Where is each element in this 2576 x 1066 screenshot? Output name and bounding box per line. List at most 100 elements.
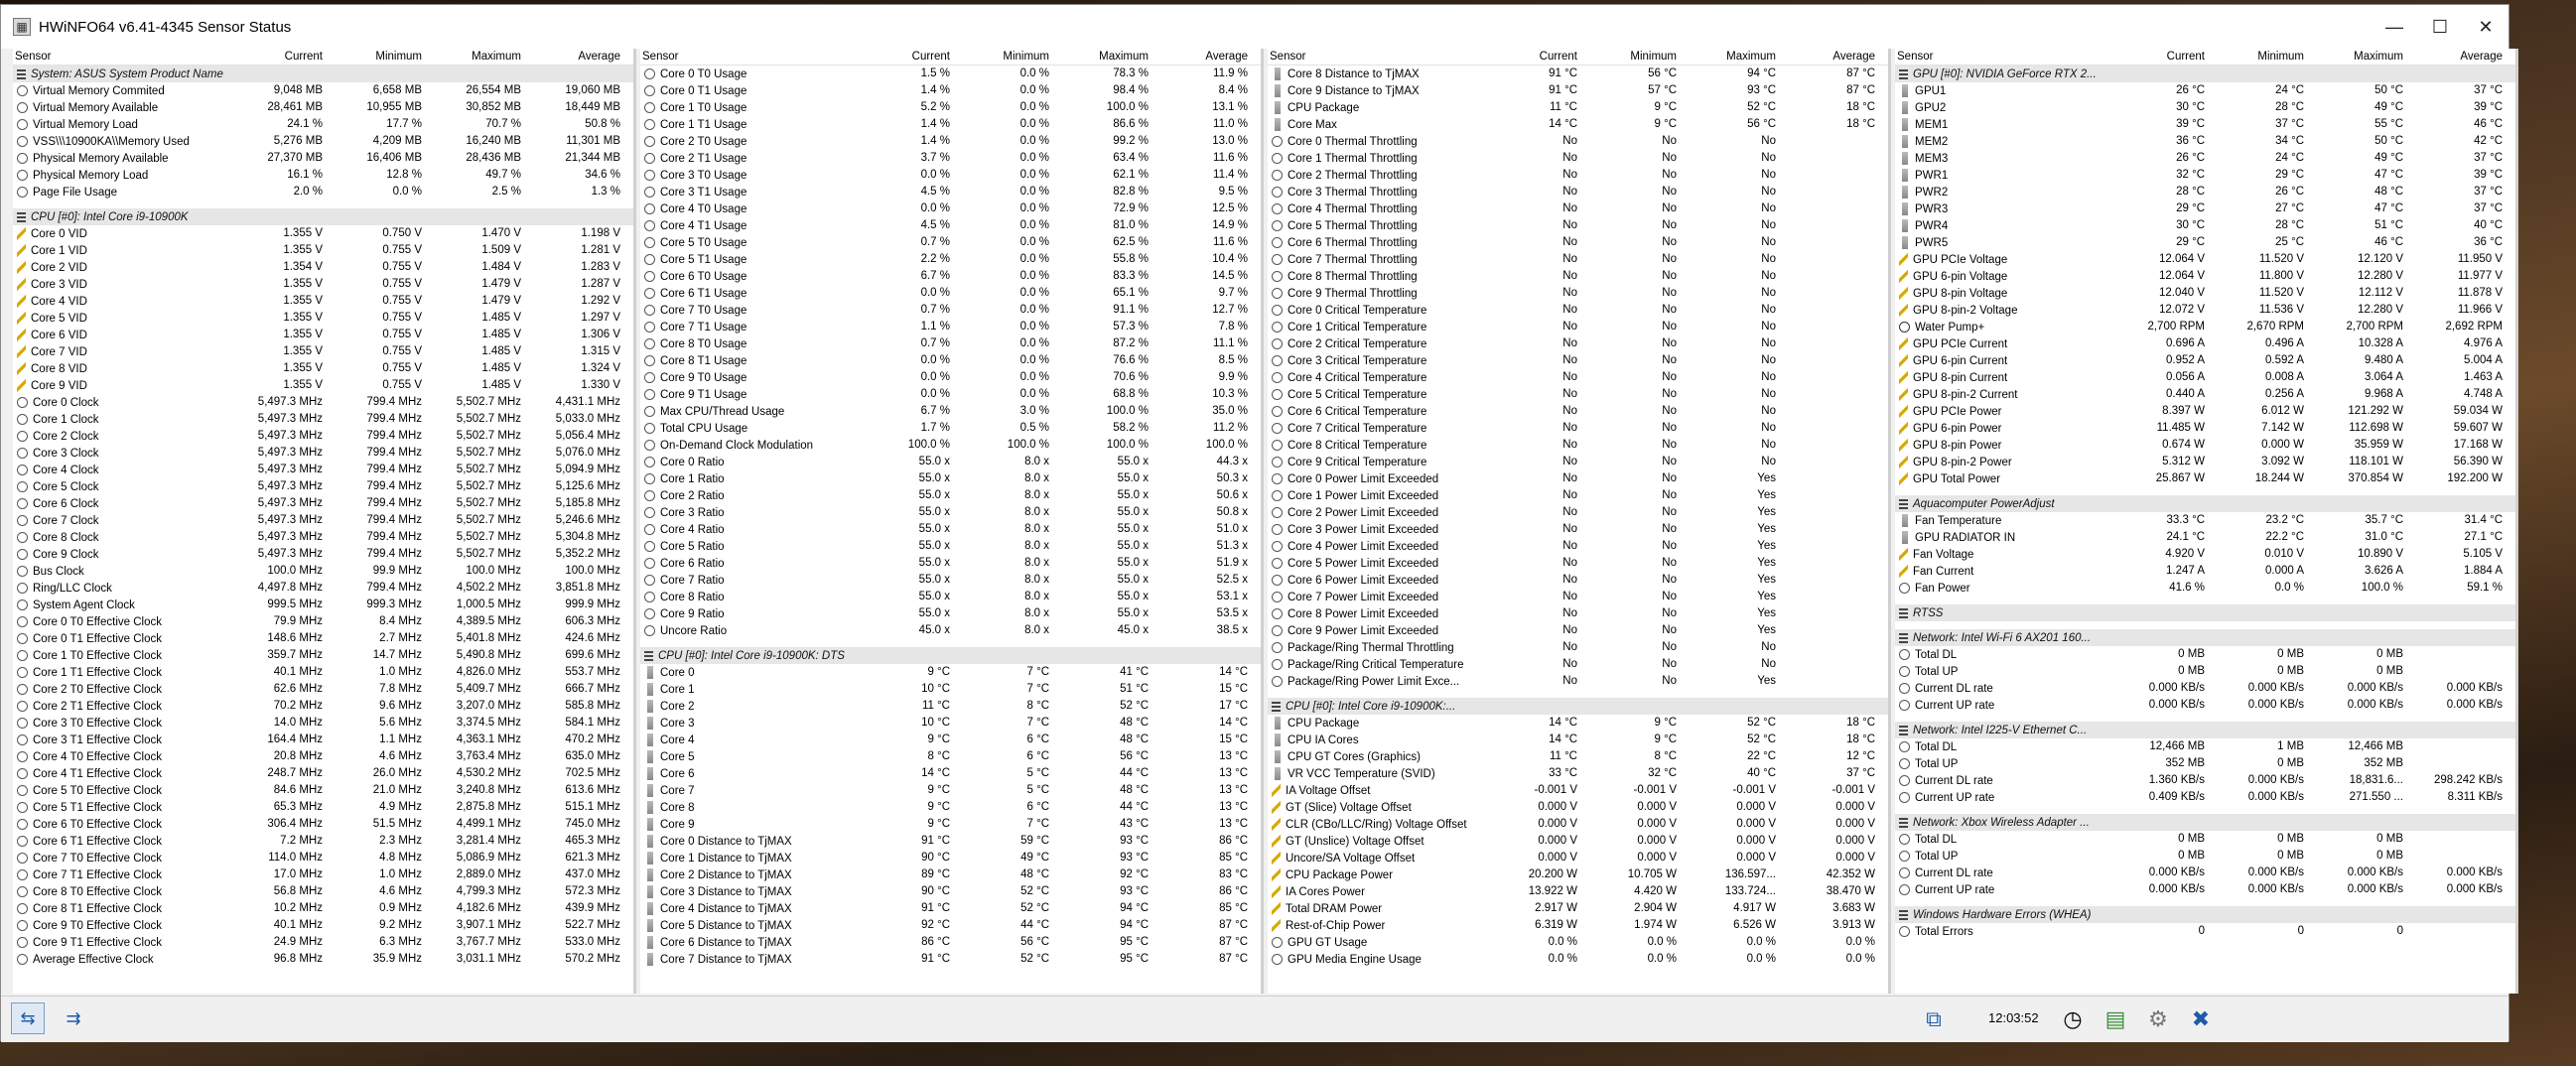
sensor-row[interactable]: Max CPU/Thread Usage 6.7 % 3.0 % 100.0 % 35.…	[640, 403, 1261, 420]
sensor-row[interactable]: Core 4 Ratio 55.0 x 8.0 x 55.0 x 51.0 x	[640, 521, 1261, 538]
sensor-row[interactable]: Core 7 T1 Usage 1.1 % 0.0 % 57.3 % 7.8 %	[640, 319, 1261, 335]
sensor-panel[interactable]: Sensor Current Minimum Maximum Average GPU [#…	[1895, 49, 2518, 994]
sensor-row[interactable]: Core 7 T0 Effective Clock 114.0 MHz 4.8 MH…	[13, 850, 633, 866]
sensor-row[interactable]: Core 5 Ratio 55.0 x 8.0 x 55.0 x 51.3 x	[640, 538, 1261, 555]
sensor-row[interactable]: CPU IA Cores 14 °C 9 °C 52 °C 18 °C	[1268, 732, 1888, 748]
sensor-row[interactable]: MEM2 36 °C 34 °C 50 °C 42 °C	[1895, 133, 2515, 150]
sensor-row[interactable]: Core 0 Critical Temperature No No No	[1268, 302, 1888, 319]
column-header-average[interactable]: Average	[2409, 49, 2508, 65]
sensor-row[interactable]: Core 2 Ratio 55.0 x 8.0 x 55.0 x 50.6 x	[640, 487, 1261, 504]
sensor-row[interactable]: Core 3 10 °C 7 °C 48 °C 14 °C	[640, 715, 1261, 732]
sensor-row[interactable]: IA Voltage Offset -0.001 V -0.001 V -0.001 …	[1268, 782, 1888, 799]
sensor-row[interactable]: Core 2 11 °C 8 °C 52 °C 17 °C	[640, 698, 1261, 715]
column-header-current[interactable]: Current	[229, 49, 329, 65]
sensor-row[interactable]: Core 7 Ratio 55.0 x 8.0 x 55.0 x 52.5 x	[640, 572, 1261, 589]
sensor-row[interactable]: GPU 6-pin Power 11.485 W 7.142 W 112.698 W5…	[1895, 420, 2515, 437]
sensor-row[interactable]: Average Effective Clock 96.8 MHz 35.9 MHz 3…	[13, 951, 633, 968]
sensor-panel[interactable]: Sensor Current Minimum Maximum Average Core 0…	[640, 49, 1264, 994]
column-header-maximum[interactable]: Maximum	[2310, 49, 2409, 65]
sensor-group-header[interactable]: Network: Intel Wi-Fi 6 AX201 160...	[1895, 629, 2515, 646]
network-icon[interactable]: ⧉	[1917, 1002, 1951, 1036]
sensor-row[interactable]: Core 3 Ratio 55.0 x 8.0 x 55.0 x 50.8 x	[640, 504, 1261, 521]
sensor-row[interactable]: CPU Package Power 20.200 W 10.705 W 136.597…	[1268, 866, 1888, 883]
column-header-average[interactable]: Average	[1782, 49, 1881, 65]
sensor-group-header[interactable]: RTSS	[1895, 604, 2515, 621]
sensor-row[interactable]: Core 0 Clock 5,497.3 MHz 799.4 MHz 5,502.7 …	[13, 394, 633, 411]
sensor-row[interactable]: Core 4 Critical Temperature No No No	[1268, 369, 1888, 386]
sensor-row[interactable]: Core 3 Critical Temperature No No No	[1268, 352, 1888, 369]
sensor-row[interactable]: Water Pump+ 2,700 RPM 2,670 RPM 2,700 RPM 2,…	[1895, 319, 2515, 335]
sensor-row[interactable]: Core 5 Thermal Throttling No No No	[1268, 217, 1888, 234]
column-header-current[interactable]: Current	[1484, 49, 1583, 65]
sensor-row[interactable]: Core 3 T0 Effective Clock 14.0 MHz 5.6 MHz…	[13, 715, 633, 732]
sensor-row[interactable]: Core 6 Distance to TjMAX 86 °C 56 °C 95 °C 8…	[640, 934, 1261, 951]
sensor-row[interactable]: Page File Usage 2.0 % 0.0 % 2.5 % 1.3 %	[13, 184, 633, 200]
sensor-row[interactable]: Fan Current 1.247 A 0.000 A 3.626 A 1.884 A	[1895, 563, 2515, 580]
sensor-row[interactable]: GPU 8-pin Power 0.674 W 0.000 W 35.959 W 17.…	[1895, 437, 2515, 454]
sensor-row[interactable]: Core 49 °C 6 °C 48 °C 15 °C	[640, 732, 1261, 748]
sensor-row[interactable]: Virtual Memory Available 28,461 MB 10,955 …	[13, 99, 633, 116]
sensor-row[interactable]: Core 8 Power Limit Exceeded No No Yes	[1268, 605, 1888, 622]
sensor-row[interactable]: CPU Package 14 °C 9 °C 52 °C 18 °C	[1268, 715, 1888, 732]
sensor-row[interactable]: Core 6 14 °C 5 °C 44 °C 13 °C	[640, 765, 1261, 782]
sensor-row[interactable]: GPU 8-pin Current 0.056 A 0.008 A 3.064 A 1.…	[1895, 369, 2515, 386]
sensor-row[interactable]: GT (Unslice) Voltage Offset 0.000 V 0.000 …	[1268, 833, 1888, 850]
sensor-row[interactable]: Core 0 Ratio 55.0 x 8.0 x 55.0 x 44.3 x	[640, 454, 1261, 470]
sensor-row[interactable]: Core 58 °C 6 °C 56 °C 13 °C	[640, 748, 1261, 765]
sensor-row[interactable]: Core 5 Clock 5,497.3 MHz 799.4 MHz 5,502.7 …	[13, 478, 633, 495]
add-report-icon[interactable]: ▤	[2099, 1002, 2132, 1036]
sensor-row[interactable]: Core 0 VID 1.355 V 0.750 V 1.470 V 1.198 V	[13, 225, 633, 242]
sensor-row[interactable]: Core 5 T0 Effective Clock 84.6 MHz 21.0 MH…	[13, 782, 633, 799]
sensor-row[interactable]: Core 9 T0 Effective Clock 40.1 MHz 9.2 MHz…	[13, 917, 633, 934]
sensor-row[interactable]: Core 1 Clock 5,497.3 MHz 799.4 MHz 5,502.7 …	[13, 411, 633, 428]
sensor-row[interactable]: Core 7 T1 Effective Clock 17.0 MHz 1.0 MHz…	[13, 866, 633, 883]
sensor-row[interactable]: Core Max 14 °C 9 °C 56 °C 18 °C	[1268, 116, 1888, 133]
timer-icon[interactable]: ◷	[2056, 1002, 2090, 1036]
sensor-row[interactable]: Core 5 T0 Usage 0.7 % 0.0 % 62.5 % 11.6 %	[640, 234, 1261, 251]
sensor-row[interactable]: CPU GT Cores (Graphics) 11 °C 8 °C 22 °C 12 …	[1268, 748, 1888, 765]
sensor-row[interactable]: Ring/LLC Clock 4,497.8 MHz 799.4 MHz 4,502.…	[13, 580, 633, 597]
sensor-row[interactable]: Core 0 T1 Usage 1.4 % 0.0 % 98.4 % 8.4 %	[640, 82, 1261, 99]
sensor-row[interactable]: Core 4 Clock 5,497.3 MHz 799.4 MHz 5,502.7 …	[13, 462, 633, 478]
column-header[interactable]: Sensor Current Minimum Maximum Average	[13, 49, 633, 66]
sensor-row[interactable]: Core 2 T1 Usage 3.7 % 0.0 % 63.4 % 11.6 %	[640, 150, 1261, 167]
sensor-row[interactable]: GPU 8-pin-2 Power 5.312 W 3.092 W 118.101 W…	[1895, 454, 2515, 470]
sensor-row[interactable]: Core 89 °C 6 °C 44 °C 13 °C	[640, 799, 1261, 816]
sensor-row[interactable]: Physical Memory Load 16.1 % 12.8 % 49.7 % 34…	[13, 167, 633, 184]
sensor-row[interactable]: Core 1 T1 Effective Clock 40.1 MHz 1.0 MHz…	[13, 664, 633, 681]
sensor-row[interactable]: Fan Power 41.6 % 0.0 % 100.0 % 59.1 %	[1895, 580, 2515, 597]
sensor-group-header[interactable]: Aquacomputer PowerAdjust	[1895, 495, 2515, 512]
sensor-row[interactable]: PWR1 32 °C 29 °C 47 °C 39 °C	[1895, 167, 2515, 184]
sensor-row[interactable]: Core 8 VID 1.355 V 0.755 V 1.485 V 1.324 V	[13, 360, 633, 377]
sensor-row[interactable]: Core 6 Critical Temperature No No No	[1268, 403, 1888, 420]
column-header-average[interactable]: Average	[1154, 49, 1254, 65]
column-header-maximum[interactable]: Maximum	[1055, 49, 1154, 65]
sensor-row[interactable]: Rest-of-Chip Power 6.319 W 1.974 W 6.526 W3…	[1268, 917, 1888, 934]
sensor-row[interactable]: Core 7 Thermal Throttling No No No	[1268, 251, 1888, 268]
sensor-group-header[interactable]: Windows Hardware Errors (WHEA)	[1895, 906, 2515, 923]
nav-forward-icon[interactable]: ⇉	[57, 1002, 90, 1034]
sensor-row[interactable]: Core 2 T0 Effective Clock 62.6 MHz 7.8 MHz…	[13, 681, 633, 698]
sensor-row[interactable]: PWR3 29 °C 27 °C 47 °C 37 °C	[1895, 200, 2515, 217]
sensor-row[interactable]: Core 1 T1 Usage 1.4 % 0.0 % 86.6 % 11.0 %	[640, 116, 1261, 133]
sensor-row[interactable]: Core 6 Thermal Throttling No No No	[1268, 234, 1888, 251]
sensor-row[interactable]: Core 4 T0 Usage 0.0 % 0.0 % 72.9 % 12.5 %	[640, 200, 1261, 217]
sensor-row[interactable]: Fan Voltage 4.920 V 0.010 V 10.890 V 5.105 V	[1895, 546, 2515, 563]
sensor-row[interactable]: Core 9 Power Limit Exceeded No No Yes	[1268, 622, 1888, 639]
sensor-row[interactable]: Core 1 Thermal Throttling No No No	[1268, 150, 1888, 167]
sensor-row[interactable]: Current DL rate 0.000 KB/s 0.000 KB/s 0.000…	[1895, 865, 2515, 881]
sensor-row[interactable]: Core 7 Clock 5,497.3 MHz 799.4 MHz 5,502.7 …	[13, 512, 633, 529]
sensor-row[interactable]: Physical Memory Available 27,370 MB 16,406…	[13, 150, 633, 167]
sensor-row[interactable]: Package/Ring Critical Temperature No No No	[1268, 656, 1888, 673]
column-header-sensor[interactable]: Sensor	[13, 49, 229, 65]
sensor-row[interactable]: MEM1 39 °C 37 °C 55 °C 46 °C	[1895, 116, 2515, 133]
minimize-button[interactable]: —	[2372, 5, 2417, 49]
sensor-group-header[interactable]: GPU [#0]: NVIDIA GeForce RTX 2...	[1895, 66, 2515, 82]
sensor-group-header[interactable]: CPU [#0]: Intel Core i9-10900K: DTS	[640, 647, 1261, 664]
sensor-row[interactable]: PWR2 28 °C 26 °C 48 °C 37 °C	[1895, 184, 2515, 200]
sensor-row[interactable]: Core 3 Clock 5,497.3 MHz 799.4 MHz 5,502.7 …	[13, 445, 633, 462]
sensor-group-header[interactable]: Network: Intel I225-V Ethernet C...	[1895, 722, 2515, 738]
sensor-row[interactable]: Package/Ring Thermal Throttling No No No	[1268, 639, 1888, 656]
sensor-row[interactable]: GPU 6-pin Voltage 12.064 V 11.800 V 12.280 …	[1895, 268, 2515, 285]
sensor-row[interactable]: GPU Media Engine Usage 0.0 % 0.0 % 0.0 % 0.0…	[1268, 951, 1888, 968]
